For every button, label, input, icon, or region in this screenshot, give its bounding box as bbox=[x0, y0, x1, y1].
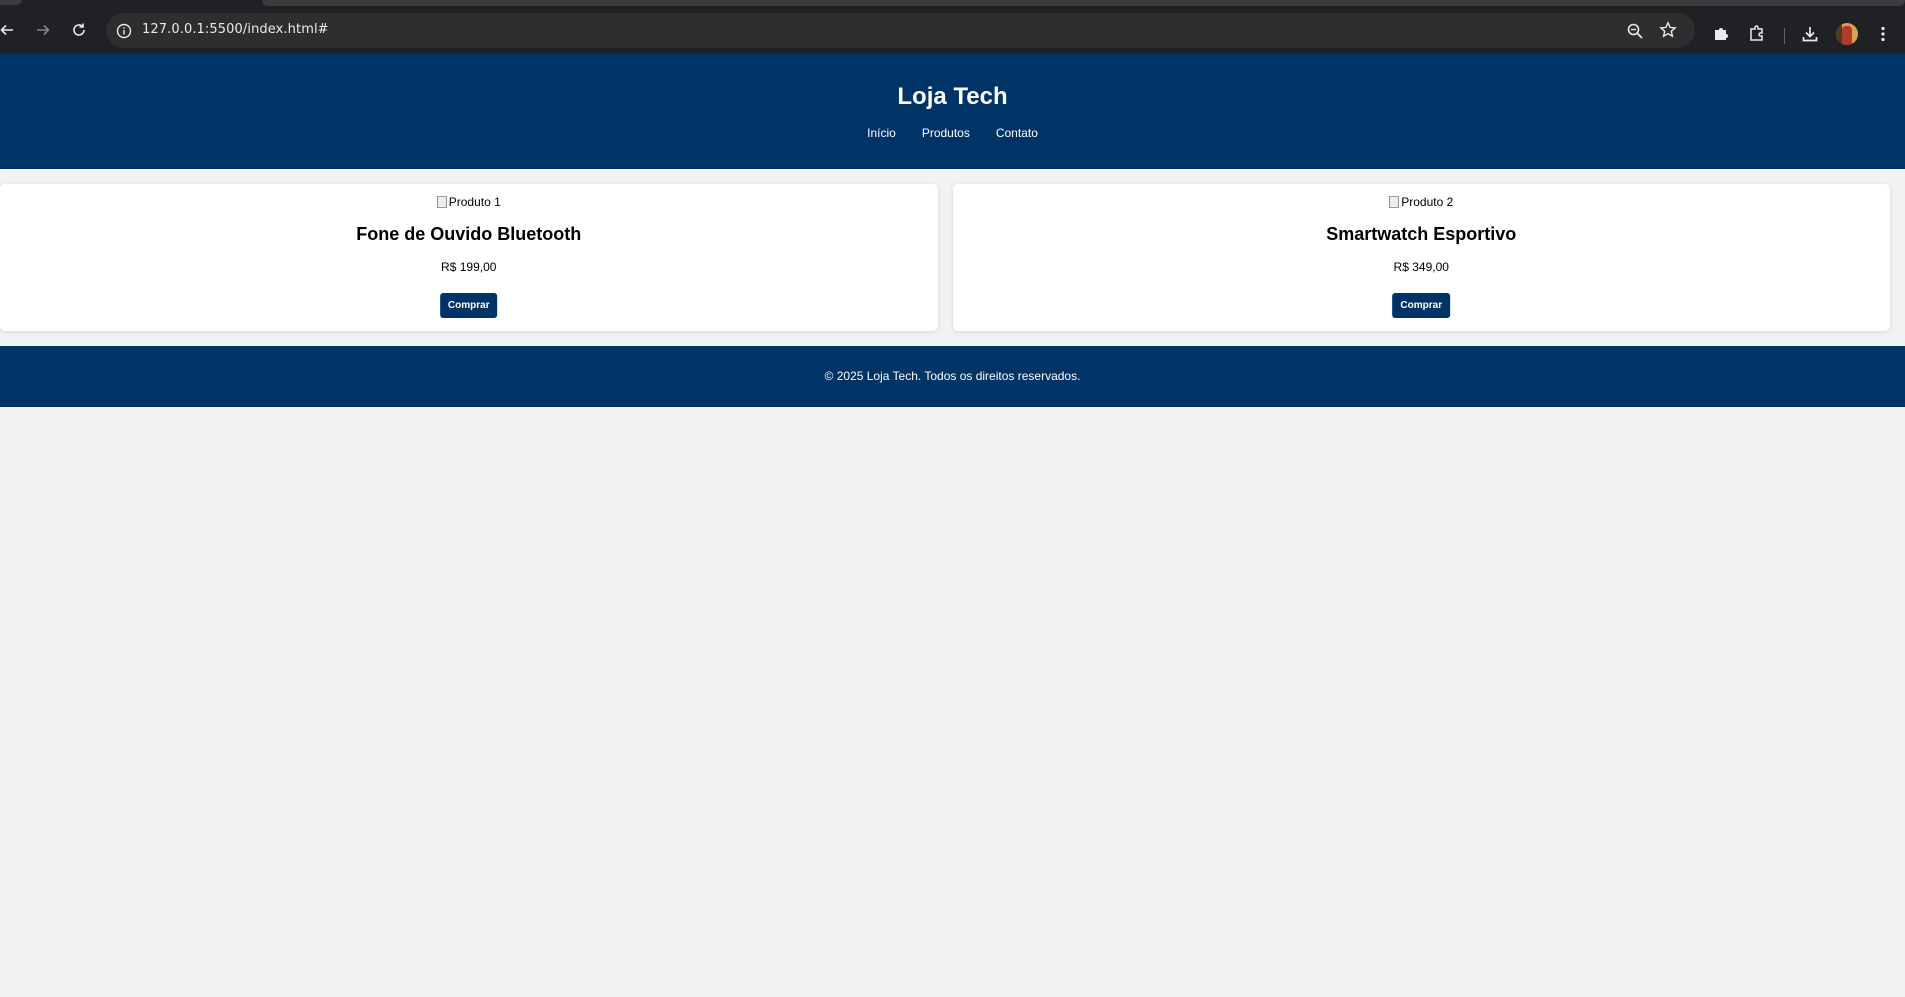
extension-puzzle-piece-icon[interactable] bbox=[1711, 24, 1731, 44]
nav-link-inicio[interactable]: Início bbox=[867, 126, 896, 140]
site-header: Loja Tech Início Produtos Contato bbox=[0, 53, 1905, 169]
browser-toolbar: 127.0.0.1:5500/index.html# bbox=[0, 8, 1905, 53]
product-card: Produto 2 Smartwatch Esportivo R$ 349,00… bbox=[952, 184, 1891, 331]
product-price: R$ 199,00 bbox=[441, 260, 497, 274]
tab-bar-edge bbox=[262, 0, 1905, 6]
product-card: Produto 1 Fone de Ouvido Bluetooth R$ 19… bbox=[0, 184, 938, 331]
site-info-icon[interactable] bbox=[114, 21, 134, 41]
main-nav: Início Produtos Contato bbox=[0, 126, 1905, 140]
menu-kebab-icon[interactable] bbox=[1873, 24, 1893, 44]
product-name: Fone de Ouvido Bluetooth bbox=[356, 224, 582, 244]
toolbar-separator bbox=[1784, 28, 1785, 44]
nav-link-contato[interactable]: Contato bbox=[996, 126, 1038, 140]
product-price: R$ 349,00 bbox=[1393, 260, 1449, 274]
bookmark-star-icon[interactable] bbox=[1659, 21, 1677, 39]
buy-button[interactable]: Comprar bbox=[439, 293, 498, 318]
url-text[interactable]: 127.0.0.1:5500/index.html# bbox=[142, 22, 329, 37]
buy-button[interactable]: Comprar bbox=[1392, 293, 1451, 318]
product-image-alt: Produto 1 bbox=[448, 195, 501, 209]
site-title: Loja Tech bbox=[897, 83, 1008, 110]
avatar[interactable] bbox=[1836, 23, 1858, 45]
extensions-icon[interactable] bbox=[1747, 24, 1767, 44]
product-image-alt: Produto 2 bbox=[1401, 195, 1454, 209]
address-bar[interactable]: 127.0.0.1:5500/index.html# bbox=[106, 13, 1695, 48]
zoom-icon[interactable] bbox=[1626, 22, 1644, 40]
product-image: Produto 2 bbox=[953, 195, 1891, 209]
footer-copyright: © 2025 Loja Tech. Todos os direitos rese… bbox=[824, 369, 1081, 383]
back-icon[interactable] bbox=[0, 15, 22, 45]
product-list: Produto 1 Fone de Ouvido Bluetooth R$ 19… bbox=[0, 184, 1890, 331]
product-image: Produto 1 bbox=[0, 195, 938, 209]
tab-strip bbox=[0, 0, 1905, 8]
site-footer: © 2025 Loja Tech. Todos os direitos rese… bbox=[0, 346, 1905, 407]
active-tab-edge[interactable] bbox=[0, 0, 22, 5]
broken-image-icon bbox=[1389, 196, 1400, 208]
nav-link-produtos[interactable]: Produtos bbox=[922, 126, 970, 140]
forward-icon[interactable] bbox=[28, 15, 58, 45]
product-name: Smartwatch Esportivo bbox=[1326, 224, 1517, 244]
reload-icon[interactable] bbox=[64, 15, 94, 45]
download-icon[interactable] bbox=[1800, 24, 1820, 44]
broken-image-icon bbox=[436, 196, 447, 208]
